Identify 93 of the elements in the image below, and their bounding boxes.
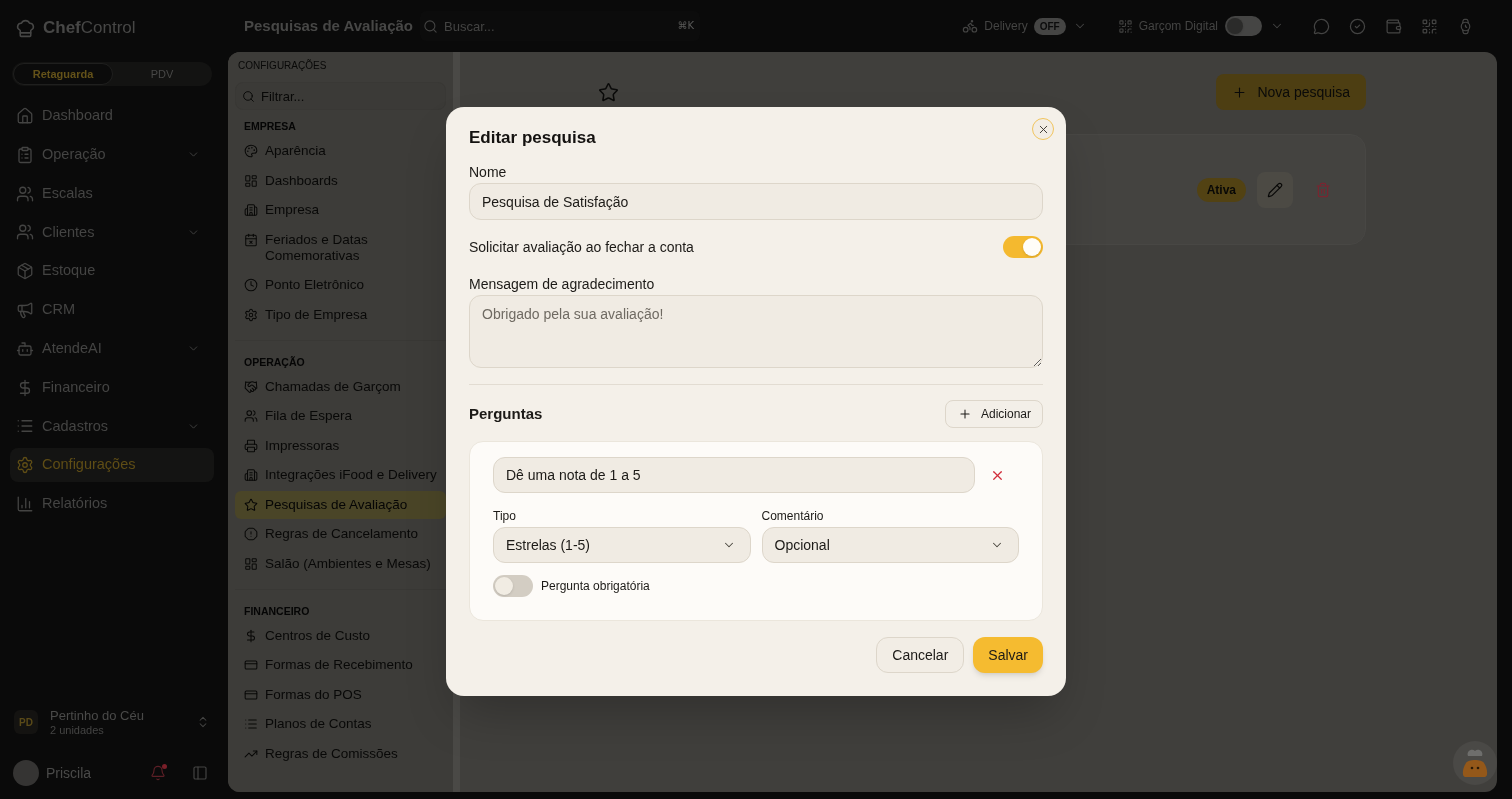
- grid-icon: [244, 556, 258, 571]
- card-icon: [244, 658, 258, 672]
- plus-icon: [957, 407, 972, 421]
- question-input[interactable]: Dê uma nota de 1 a 5: [493, 457, 975, 493]
- toggle-label: Pergunta obrigatória: [541, 578, 650, 595]
- delivery-status-badge[interactable]: OFF: [1033, 17, 1066, 35]
- printer-icon: [244, 438, 258, 453]
- qr-code-icon: [1117, 18, 1133, 34]
- nav-item[interactable]: CRM: [10, 293, 214, 327]
- org-initials: PD: [14, 710, 38, 734]
- list-icon: [244, 717, 258, 731]
- wallet-icon[interactable]: [1385, 17, 1402, 35]
- nav-item[interactable]: Estoque: [10, 254, 214, 289]
- toggle-switch[interactable]: [1003, 236, 1043, 258]
- toggle-switch[interactable]: [493, 575, 533, 597]
- trash-icon[interactable]: [1315, 181, 1331, 198]
- brand-logo: ChefControl: [43, 17, 136, 40]
- mode-tab[interactable]: Retaguarda: [13, 63, 113, 85]
- section-title: Perguntas: [469, 403, 543, 424]
- clipboard-icon: [16, 145, 34, 164]
- nav-item[interactable]: Dashboard: [10, 99, 214, 133]
- calendar-icon: [244, 232, 258, 247]
- nav-item[interactable]: Operação: [10, 137, 214, 172]
- bar-chart-icon: [16, 494, 34, 513]
- card-icon: [244, 687, 258, 702]
- qr-code-icon[interactable]: [1421, 17, 1438, 35]
- dollar-icon: [244, 628, 258, 643]
- field-label: Tipo: [493, 509, 517, 523]
- grid-icon: [244, 173, 258, 188]
- search-icon: [423, 18, 438, 34]
- shortcut-hint: ⌘K: [677, 19, 694, 33]
- avatar: [13, 760, 39, 786]
- chat-icon[interactable]: [1313, 17, 1330, 35]
- section-header: OPERAÇÃO: [243, 354, 306, 369]
- megaphone-icon: [16, 301, 34, 319]
- message-textarea[interactable]: Obrigado pela sua avaliação!: [469, 295, 1043, 368]
- nav-item[interactable]: Escalas: [10, 176, 214, 211]
- nav-item[interactable]: Relatórios: [10, 486, 214, 521]
- pencil-icon: [1267, 181, 1283, 198]
- star-icon: [244, 497, 258, 512]
- sidebar-toggle-icon[interactable]: [192, 765, 208, 781]
- home-icon: [16, 107, 34, 125]
- search-icon: [242, 90, 255, 103]
- dialog-title: Editar pesquisa: [469, 127, 597, 149]
- chef-hat-logo-icon: [15, 17, 36, 39]
- field-label: Comentário: [761, 509, 825, 523]
- nav-item[interactable]: AtendeAI: [10, 331, 214, 366]
- field-label: Mensagem de agradecimento: [469, 275, 656, 293]
- section-header: FINANCEIRO: [243, 603, 311, 618]
- status-badge: Ativa: [1196, 177, 1246, 202]
- settings-icon: [244, 307, 258, 322]
- org-name: Pertinho do Céu: [50, 707, 145, 724]
- building-icon: [244, 203, 258, 217]
- clock-icon: [244, 278, 258, 292]
- chef-mascot-icon: [1460, 747, 1490, 779]
- box-icon: [16, 262, 34, 281]
- bell-icon: [150, 765, 166, 781]
- new-survey-button[interactable]: Nova pesquisa: [1216, 74, 1366, 110]
- toggle-switch[interactable]: [1225, 16, 1262, 36]
- select-dropdown[interactable]: Opcional: [761, 527, 1019, 563]
- edit-button[interactable]: [1257, 171, 1293, 208]
- nav-item[interactable]: Clientes: [10, 215, 214, 250]
- page-title: Pesquisas de Avaliação: [244, 15, 414, 36]
- users-icon: [16, 223, 34, 242]
- close-button[interactable]: [1032, 118, 1054, 140]
- waiter-label: Garçom Digital: [1138, 18, 1218, 35]
- star-icon: [598, 81, 619, 103]
- toggle-label: Solicitar avaliação ao fechar a conta: [469, 237, 694, 257]
- bicycle-icon: [962, 18, 979, 34]
- name-input[interactable]: Pesquisa de Satisfação: [469, 183, 1043, 220]
- add-button[interactable]: Adicionar: [944, 400, 1043, 428]
- palette-icon: [244, 144, 258, 158]
- section-header: EMPRESA: [243, 119, 297, 133]
- building-icon: [244, 468, 258, 482]
- delivery-label: Delivery: [984, 18, 1028, 35]
- nav-item[interactable]: Cadastros: [10, 409, 214, 444]
- nav-item[interactable]: Configurações: [10, 448, 214, 483]
- nav-item[interactable]: Financeiro: [10, 370, 214, 405]
- alert-icon: [244, 527, 258, 541]
- field-label: Nome: [469, 163, 508, 181]
- check-circle-icon[interactable]: [1349, 17, 1366, 35]
- cancel-button[interactable]: Cancelar: [876, 637, 965, 673]
- notifications-button[interactable]: [149, 764, 167, 782]
- robot-icon: [16, 339, 34, 358]
- user-name: Priscila: [46, 763, 93, 783]
- save-button[interactable]: Salvar: [973, 637, 1043, 673]
- handshake-icon: [244, 379, 258, 394]
- settings-item[interactable]: Pesquisas de Avaliação: [235, 490, 446, 519]
- users-icon: [244, 409, 258, 423]
- settings-icon: [16, 456, 34, 475]
- plus-icon: [1232, 84, 1248, 100]
- select-dropdown[interactable]: Estrelas (1-5): [493, 527, 751, 563]
- users-icon: [16, 184, 34, 203]
